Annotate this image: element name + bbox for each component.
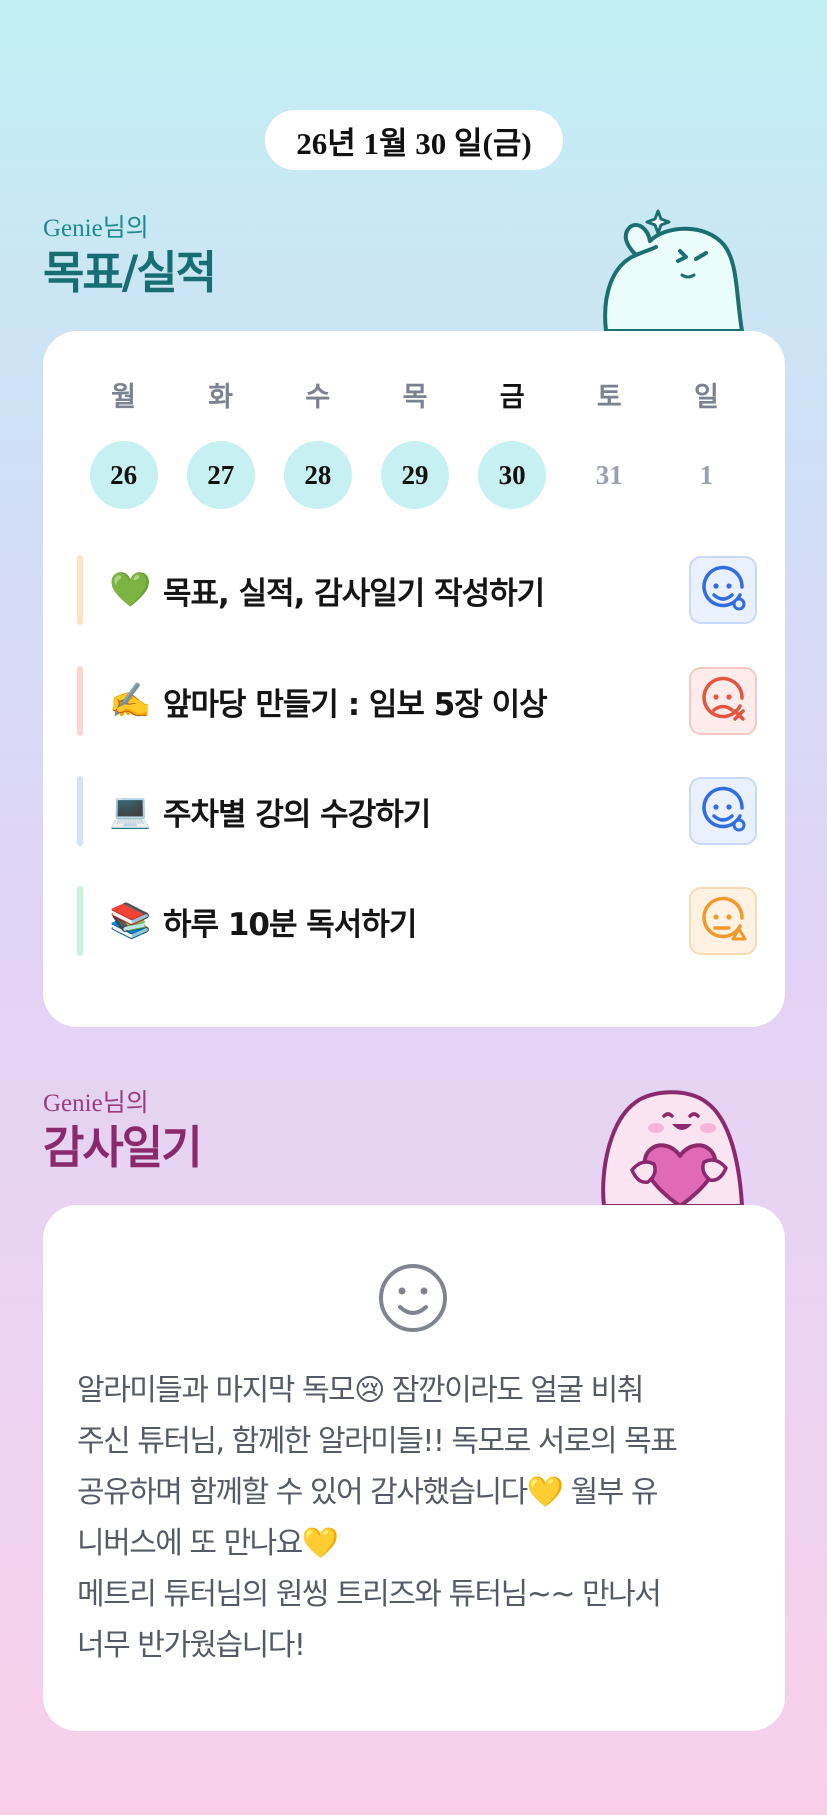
status-happy-button[interactable] xyxy=(689,556,757,624)
goal-item[interactable]: 💚 목표, 실적, 감사일기 작성하기 xyxy=(77,555,757,625)
weekday-sat: 토 xyxy=(596,382,622,413)
happy-icon xyxy=(702,565,746,611)
laptop-icon: 💻 xyxy=(109,791,152,831)
date-cell-29[interactable]: 29 xyxy=(366,441,463,509)
date-number: 28 xyxy=(283,441,352,509)
heart-mascot-illustration xyxy=(592,1080,752,1212)
date-number: 31 xyxy=(595,459,623,490)
happy-icon xyxy=(702,786,746,832)
goal-color-bar xyxy=(77,776,83,846)
weekday-wed: 수 xyxy=(305,382,331,413)
date-row: 26 27 28 29 30 31 1 xyxy=(75,441,755,509)
status-happy-button[interactable] xyxy=(689,777,757,845)
goal-item[interactable]: ✍️ 앞마당 만들기 : 임보 5장 이상 xyxy=(77,666,757,736)
date-number: 26 xyxy=(89,441,158,509)
date-cell-31[interactable]: 31 xyxy=(561,441,658,509)
goal-color-bar xyxy=(77,555,83,625)
weekday-tue: 화 xyxy=(208,382,234,413)
date-cell-28[interactable]: 28 xyxy=(269,441,366,509)
goal-text: 목표, 실적, 감사일기 작성하기 xyxy=(163,575,545,612)
goals-card: 월 화 수 목 금 토 일 26 27 28 29 30 31 1 💚 목표, … xyxy=(43,331,785,1027)
weekday-thu: 목 xyxy=(402,382,428,413)
date-number: 29 xyxy=(380,441,449,509)
goals-title: 목표/실적 xyxy=(43,246,217,299)
goal-text: 주차별 강의 수강하기 xyxy=(163,796,431,833)
books-icon: 📚 xyxy=(109,901,152,941)
date-number: 1 xyxy=(699,459,714,490)
weekday-sun: 일 xyxy=(693,382,719,413)
date-cell-30[interactable]: 30 xyxy=(464,441,561,509)
weekday-mon: 월 xyxy=(111,382,136,413)
diary-card: 알라미들과 마지막 독모😢 잠깐이라도 얼굴 비춰 주신 튜터님, 함께한 알라… xyxy=(43,1205,785,1731)
waving-mascot-illustration xyxy=(596,205,746,337)
date-number: 27 xyxy=(186,441,255,509)
diary-title: 감사일기 xyxy=(43,1121,203,1174)
date-number: 30 xyxy=(478,441,547,509)
neutral-warning-icon xyxy=(702,896,747,941)
date-pill[interactable]: 26년 1월 30 일(금) xyxy=(265,110,563,170)
smile-icon xyxy=(376,1261,450,1339)
status-neutral-button[interactable] xyxy=(689,887,757,955)
date-cell-26[interactable]: 26 xyxy=(75,441,172,509)
goal-text: 앞마당 만들기 : 임보 5장 이상 xyxy=(163,686,548,723)
weekday-header: 월 화 수 목 금 토 일 xyxy=(75,375,755,414)
goal-item[interactable]: 📚 하루 10분 독서하기 xyxy=(77,886,757,956)
weekday-fri: 금 xyxy=(499,382,525,413)
goal-item[interactable]: 💻 주차별 강의 수강하기 xyxy=(77,776,757,846)
date-cell-1[interactable]: 1 xyxy=(658,441,755,509)
sad-x-icon xyxy=(702,676,745,721)
goal-color-bar xyxy=(77,886,83,956)
date-cell-27[interactable]: 27 xyxy=(172,441,269,509)
diary-entry-text: 알라미들과 마지막 독모😢 잠깐이라도 얼굴 비춰 주신 튜터님, 함께한 알라… xyxy=(77,1373,678,1663)
goal-color-bar xyxy=(77,666,83,736)
writing-hand-icon: ✍️ xyxy=(109,681,152,721)
green-heart-icon: 💚 xyxy=(109,570,152,610)
status-sad-button[interactable] xyxy=(689,667,757,735)
goal-text: 하루 10분 독서하기 xyxy=(163,906,417,943)
